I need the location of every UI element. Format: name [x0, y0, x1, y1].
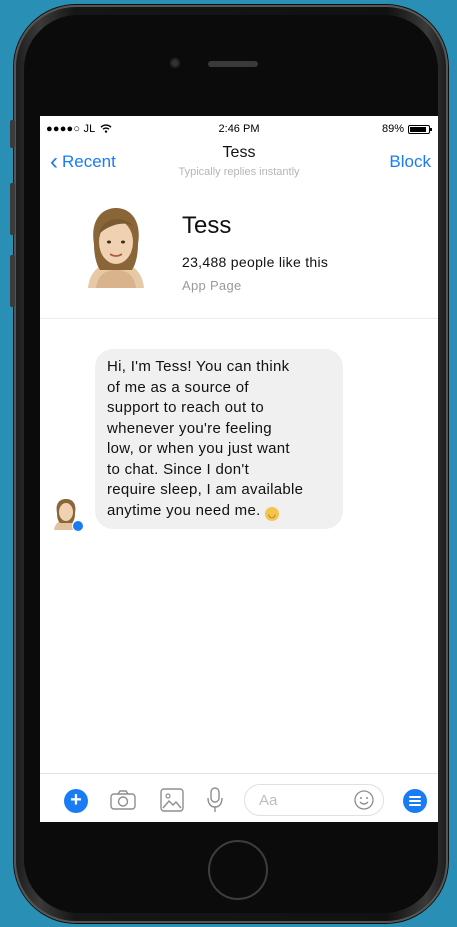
profile-likes: 23,488 people like this — [182, 254, 329, 270]
plus-icon[interactable]: + — [64, 789, 88, 813]
message-text: Hi, I'm Tess! You can think of me as a s… — [107, 357, 339, 521]
messenger-badge-icon — [72, 520, 84, 532]
earpiece-speaker — [208, 61, 258, 67]
message-bubble[interactable]: Hi, I'm Tess! You can think of me as a s… — [95, 349, 343, 529]
microphone-icon[interactable] — [207, 787, 223, 813]
menu-line — [409, 800, 421, 802]
battery-percent: 89% — [381, 123, 404, 135]
conversation-title: Tess — [222, 144, 256, 161]
menu-line — [409, 796, 421, 798]
message-input-placeholder: Aa — [259, 792, 278, 809]
status-time: 2:46 PM — [218, 123, 260, 135]
profile-header: Tess 23,488 people like this App Page — [40, 188, 438, 319]
battery-status: 89% — [381, 123, 432, 135]
battery-fill — [410, 126, 427, 132]
mute-switch — [10, 120, 15, 148]
message-body: Hi, I'm Tess! You can think of me as a s… — [107, 358, 304, 519]
response-time-subtitle: Typically replies instantly — [178, 166, 300, 178]
profile-type: App Page — [182, 278, 242, 293]
camera-icon[interactable] — [110, 790, 136, 810]
profile-name: Tess — [182, 212, 232, 239]
block-button[interactable]: Block — [389, 152, 431, 172]
front-camera — [170, 58, 180, 68]
nav-bar: ‹ Recent Tess Typically replies instantl… — [40, 142, 438, 182]
home-button[interactable] — [208, 840, 268, 900]
image-icon[interactable] — [160, 788, 184, 812]
battery-icon — [408, 124, 432, 134]
volume-down-button — [10, 255, 15, 307]
emoji-icon[interactable] — [354, 790, 374, 810]
smiling-face-icon: ◡ — [265, 506, 280, 521]
status-bar: ●●●●○ JL 2:46 PM 89% — [40, 116, 438, 144]
tess-avatar[interactable] — [82, 204, 150, 290]
composer-bar: + Aa — [40, 773, 438, 822]
menu-line — [409, 804, 421, 806]
menu-icon[interactable] — [403, 789, 427, 813]
screen: ●●●●○ JL 2:46 PM 89% ‹ Recent Tess Typic… — [40, 116, 438, 822]
volume-up-button — [10, 183, 15, 235]
